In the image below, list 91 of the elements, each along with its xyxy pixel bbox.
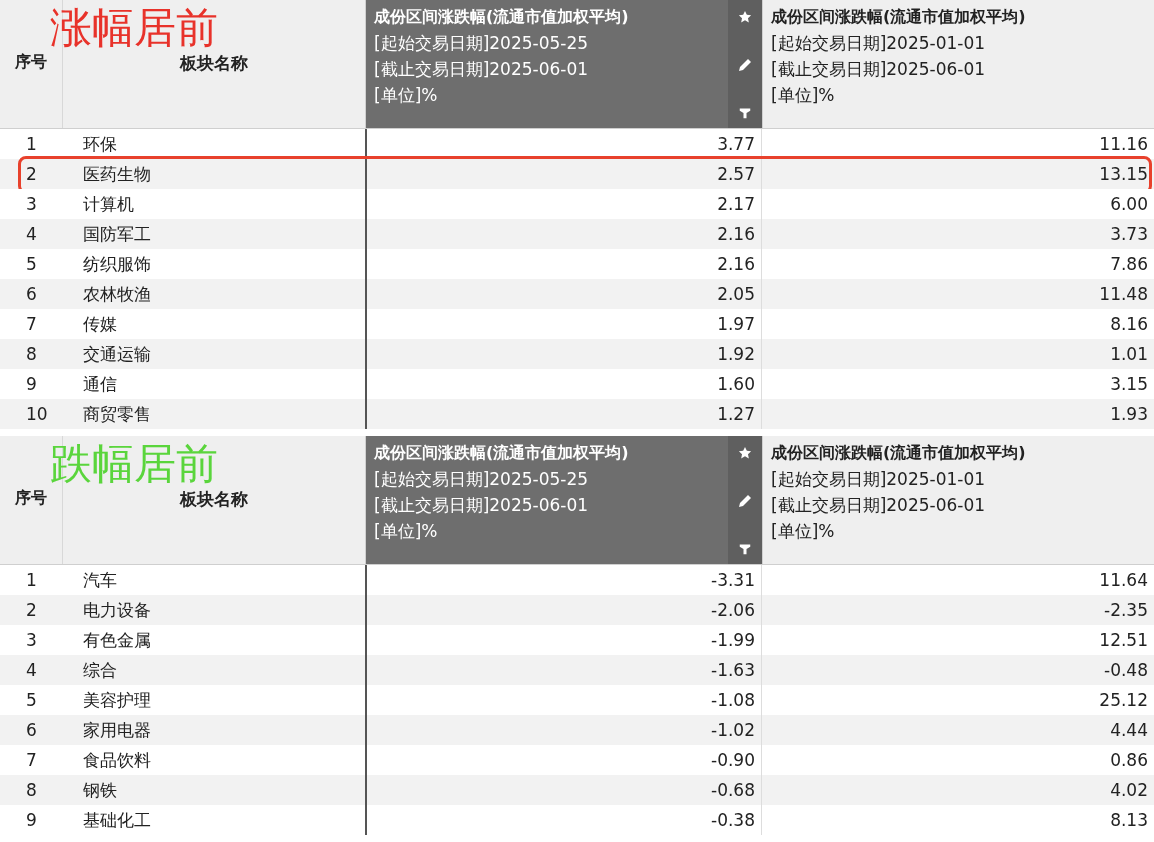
row-number: 2 [25, 600, 38, 620]
sector-name: 计算机 [82, 192, 135, 216]
star-icon[interactable] [738, 446, 752, 460]
table-cell-text: 8.13 [1109, 810, 1149, 830]
sector-name: 交通运输 [82, 342, 152, 366]
row-number: 1 [25, 570, 38, 590]
header-line: [单位]% [771, 84, 836, 107]
table-cell-text: 7.86 [1109, 254, 1149, 274]
row-number: 9 [25, 810, 38, 830]
star-icon[interactable] [738, 10, 752, 24]
sector-name: 商贸零售 [82, 402, 152, 426]
row-number: 9 [25, 374, 38, 394]
header-line: [起始交易日期]2025-05-25 [374, 32, 590, 55]
header-line: [单位]% [374, 520, 439, 543]
table-cell-text: 13.15 [1098, 164, 1149, 184]
table-cell: -0.38 [365, 805, 762, 835]
header-line: [截止交易日期]2025-06-01 [771, 494, 987, 517]
column-header[interactable]: 成份区间涨跌幅(流通市值加权平均) [起始交易日期]2025-01-01 [截止交易日期]2025-06-01 [单位]% [762, 436, 1154, 564]
row-number: 8 [25, 780, 38, 800]
header-line: 成份区间涨跌幅(流通市值加权平均) [771, 6, 1027, 28]
sector-name: 家用电器 [82, 718, 152, 742]
pencil-icon[interactable] [737, 57, 753, 73]
table-cell: 1.27 [365, 399, 762, 429]
row-number: 3 [25, 194, 38, 214]
sector-name: 钢铁 [82, 778, 118, 802]
filter-icon[interactable] [739, 106, 751, 120]
column-header[interactable]: 板块名称 [180, 489, 248, 509]
header-line: [起始交易日期]2025-01-01 [771, 32, 987, 55]
column-header[interactable]: 序号 [15, 52, 47, 71]
header-line: [起始交易日期]2025-05-25 [374, 468, 590, 491]
table-cell-text: 3.15 [1109, 374, 1149, 394]
header-line: [起始交易日期]2025-01-01 [771, 468, 987, 491]
column-header[interactable]: 板块名称 [180, 53, 248, 73]
table-cell-text: 12.51 [1098, 630, 1149, 650]
header-line: [单位]% [771, 520, 836, 543]
row-number: 8 [25, 344, 38, 364]
table-cell-text: 8.16 [1109, 314, 1149, 334]
table-cell-text: 6.00 [1109, 194, 1149, 214]
sector-name: 医药生物 [82, 162, 152, 186]
row-number: 5 [25, 254, 38, 274]
table-cell-text: 1.93 [1109, 404, 1149, 424]
row-number: 2 [25, 164, 38, 184]
row-number: 6 [25, 284, 38, 304]
header-line: [单位]% [374, 84, 439, 107]
sector-name: 农林牧渔 [82, 282, 152, 306]
table-cell-text: 0.86 [1109, 750, 1149, 770]
table-cell-text: 11.48 [1098, 284, 1149, 304]
table-title: 跌幅居前 [50, 438, 218, 490]
sector-name: 汽车 [82, 568, 118, 592]
row-number: 6 [25, 720, 38, 740]
table-cell-text: 11.64 [1098, 570, 1149, 590]
header-line: [截止交易日期]2025-06-01 [374, 494, 590, 517]
table-cell-text: 3.73 [1109, 224, 1149, 244]
sector-name: 电力设备 [82, 598, 152, 622]
sector-name: 环保 [82, 132, 118, 156]
pencil-icon[interactable] [737, 493, 753, 509]
table-title: 涨幅居前 [50, 2, 218, 54]
filter-icon[interactable] [739, 542, 751, 556]
row-number: 10 [25, 404, 49, 424]
row-number: 4 [25, 224, 38, 244]
row-number: 4 [25, 660, 38, 680]
header-line: 成份区间涨跌幅(流通市值加权平均) [374, 442, 630, 464]
column-header[interactable]: 成份区间涨跌幅(流通市值加权平均) [起始交易日期]2025-05-25 [截止交易日期]2025-06-01 [单位]% [365, 436, 762, 564]
header-line: [截止交易日期]2025-06-01 [771, 58, 987, 81]
table-cell-text: 25.12 [1098, 690, 1149, 710]
row-number: 7 [25, 314, 38, 334]
sector-name: 纺织服饰 [82, 252, 152, 276]
column-header[interactable]: 序号 [15, 488, 47, 507]
row-number: 1 [25, 134, 38, 154]
sector-name: 食品饮料 [82, 748, 152, 772]
column-header[interactable]: 成份区间涨跌幅(流通市值加权平均) [起始交易日期]2025-01-01 [截止交易日期]2025-06-01 [单位]% [762, 0, 1154, 128]
table-cell-text: 4.02 [1109, 780, 1149, 800]
row-number: 5 [25, 690, 38, 710]
header-line: 成份区间涨跌幅(流通市值加权平均) [771, 442, 1027, 464]
table-cell-text: 11.16 [1098, 134, 1149, 154]
header-line: [截止交易日期]2025-06-01 [374, 58, 590, 81]
table-cell-text: 4.44 [1109, 720, 1149, 740]
sector-name: 基础化工 [82, 808, 152, 832]
sector-name: 综合 [82, 658, 118, 682]
sector-name: 传媒 [82, 312, 118, 336]
sector-name: 有色金属 [82, 628, 152, 652]
sector-name: 国防军工 [82, 222, 152, 246]
table-cell-text: 1.01 [1109, 344, 1149, 364]
table-cell-text: -0.48 [1103, 660, 1149, 680]
column-header[interactable]: 成份区间涨跌幅(流通市值加权平均) [起始交易日期]2025-05-25 [截止交易日期]2025-06-01 [单位]% [365, 0, 762, 128]
sector-name: 美容护理 [82, 688, 152, 712]
row-number: 7 [25, 750, 38, 770]
row-number: 3 [25, 630, 38, 650]
table-cell-text: -2.35 [1103, 600, 1149, 620]
sector-name: 通信 [82, 372, 118, 396]
header-line: 成份区间涨跌幅(流通市值加权平均) [374, 6, 630, 28]
